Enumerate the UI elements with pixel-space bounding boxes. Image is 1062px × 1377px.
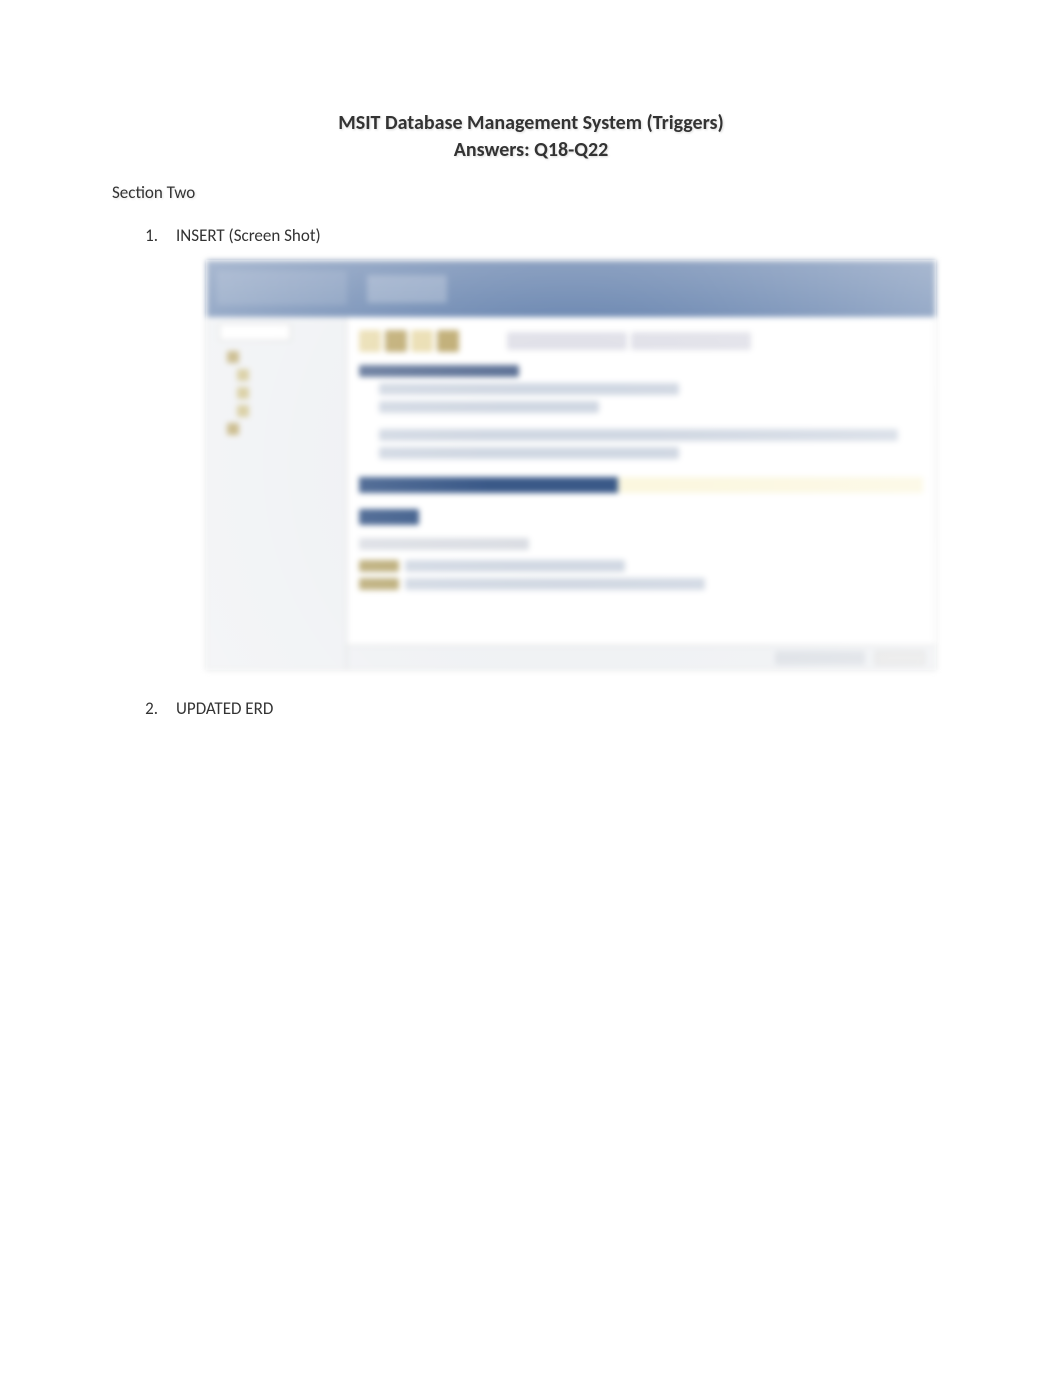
toolbar-button [437,330,459,352]
code-line [359,365,519,377]
list-item-1: 1. INSERT (Screen Shot) [140,225,962,246]
toolbar-button [385,330,407,352]
title-line-2: Answers: Q18-Q22 [100,137,962,164]
sidebar-tab [219,323,291,341]
code-line [379,383,679,395]
tree-node [237,369,249,381]
tree-node [227,423,239,435]
status-box [875,651,925,665]
results-row [359,578,923,590]
code-line [379,447,679,459]
screenshot-editor-pane [347,317,935,669]
list-text: INSERT (Screen Shot) [176,225,321,246]
toolbar-dropdown [631,332,751,350]
ordered-list: 1. INSERT (Screen Shot) [140,225,962,719]
status-text [775,651,865,665]
code-line [379,429,898,441]
embedded-screenshot-wrap [206,260,936,670]
toolbar-dropdown [507,332,627,350]
list-item-2: 2. UPDATED ERD [140,698,962,719]
object-explorer-tree [227,351,267,471]
results-row [359,560,923,572]
list-text: UPDATED ERD [176,698,273,719]
list-number: 2. [140,698,158,719]
screenshot-titlebar [207,261,935,317]
results-message [359,538,529,550]
results-divider [359,477,923,493]
editor-toolbar [359,327,923,355]
status-bar [347,645,935,669]
screenshot-sidebar [207,317,347,669]
code-line [379,401,599,413]
tree-node [237,405,249,417]
results-tab [359,509,419,525]
screenshot-body [207,317,935,669]
section-label: Section Two [112,182,962,203]
toolbar-button [359,330,381,352]
embedded-screenshot [206,260,936,670]
list-number: 1. [140,225,158,246]
title-line-1: MSIT Database Management System (Trigger… [100,110,962,137]
tree-node [237,387,249,399]
toolbar-button [411,330,433,352]
results-pane [359,509,923,590]
document-title-block: MSIT Database Management System (Trigger… [100,110,962,164]
tree-node [227,351,239,363]
